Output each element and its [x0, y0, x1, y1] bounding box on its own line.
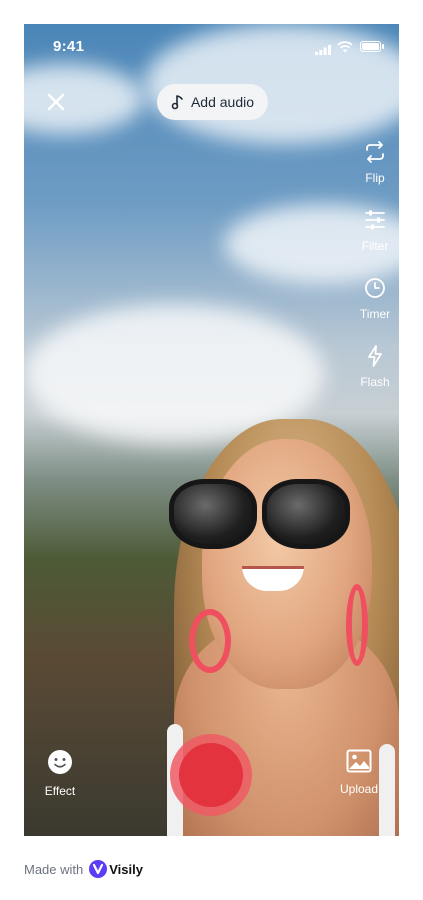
sky-cloud: [24, 64, 144, 134]
wifi-icon: [337, 40, 353, 58]
close-button[interactable]: [44, 90, 68, 114]
status-bar: 9:41: [24, 24, 399, 68]
filter-label: Filter: [361, 239, 389, 253]
made-with-footer: Made with Visily: [24, 860, 143, 878]
made-with-text: Made with: [24, 861, 84, 877]
sunglasses-lens: [262, 479, 350, 549]
flash-button[interactable]: Flash: [353, 344, 397, 389]
visily-logo[interactable]: Visily: [89, 860, 143, 878]
image-icon: [346, 749, 372, 773]
status-time: 9:41: [53, 38, 85, 55]
smiley-icon: [48, 750, 72, 774]
earring: [189, 609, 231, 673]
effect-label: Effect: [44, 784, 76, 798]
add-audio-button[interactable]: Add audio: [157, 84, 268, 120]
timer-label: Timer: [359, 307, 391, 321]
sunglasses-lens: [169, 479, 257, 549]
brand-name: Visily: [109, 861, 143, 877]
camera-screen: 9:41 Add audio Flip Filter Timer Flash E…: [24, 24, 399, 836]
flip-label: Flip: [365, 171, 385, 185]
upload-button[interactable]: Upload: [334, 749, 384, 796]
upload-label: Upload: [339, 782, 379, 796]
battery-icon: [360, 41, 384, 52]
music-note-icon: [171, 95, 183, 110]
effect-button[interactable]: Effect: [38, 749, 82, 798]
add-audio-label: Add audio: [190, 94, 255, 110]
signal-icon: [315, 42, 331, 60]
clock-icon: [365, 278, 385, 298]
flash-label: Flash: [360, 375, 390, 389]
visily-logo-icon: [89, 860, 108, 878]
flip-icon: [366, 141, 384, 163]
timer-button[interactable]: Timer: [353, 276, 397, 321]
close-icon: [47, 93, 65, 111]
flash-icon: [368, 345, 382, 367]
flip-button[interactable]: Flip: [353, 140, 397, 185]
sliders-icon: [365, 210, 385, 230]
record-button[interactable]: [170, 734, 252, 816]
filter-button[interactable]: Filter: [353, 208, 397, 253]
record-button-inner: [179, 743, 243, 807]
earring: [346, 584, 368, 666]
